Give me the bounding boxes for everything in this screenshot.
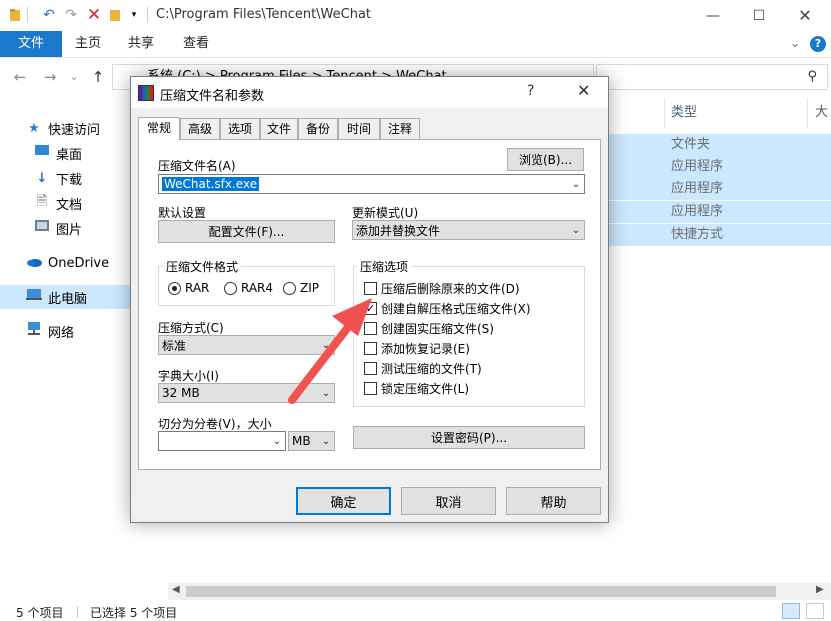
annotation-arrow [288, 298, 372, 404]
tab-general[interactable]: 常规 [138, 117, 180, 140]
